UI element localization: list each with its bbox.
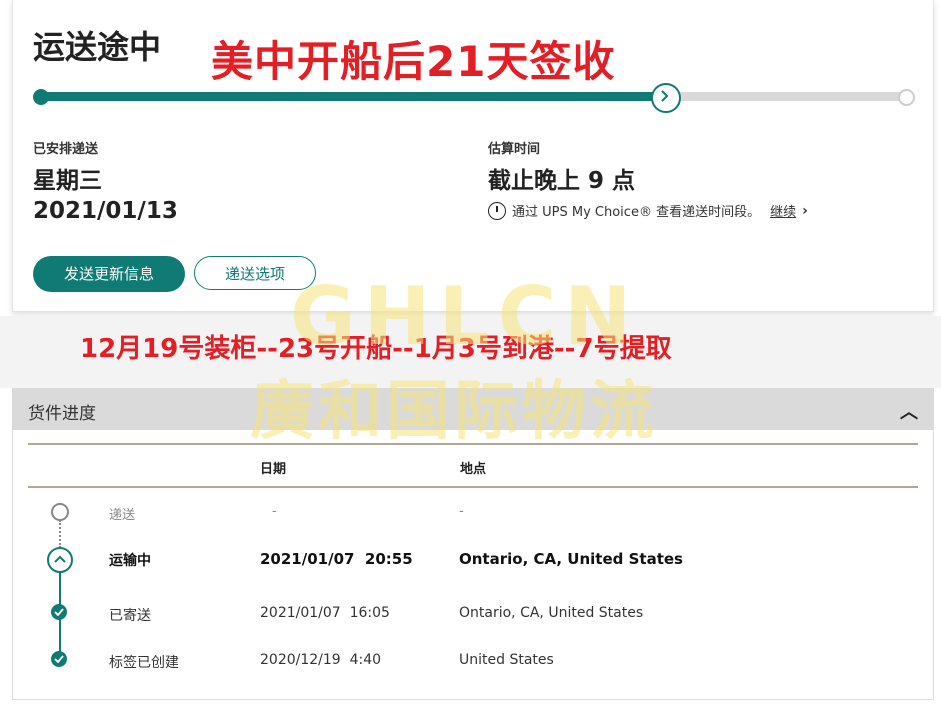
table-header-rule <box>28 486 918 488</box>
progress-current-marker <box>651 83 681 113</box>
delivery-options-button[interactable]: 递送选项 <box>194 256 316 290</box>
clock-icon <box>488 201 506 220</box>
row-date: - <box>272 504 277 519</box>
status-title: 运送途中 <box>33 28 162 66</box>
row-date: 2020/12/19 4:40 <box>260 652 382 668</box>
scheduled-delivery-label: 已安排递送 <box>33 142 99 157</box>
column-header-date: 日期 <box>260 462 287 477</box>
my-choice-line: 通过 UPS My Choice® 查看递送时间段。 继续 › <box>488 201 808 220</box>
timeline-done-dot <box>51 651 67 667</box>
chevron-right-icon <box>661 90 669 102</box>
progress-bar <box>41 92 907 101</box>
overlay-timeline-text: 12月19号装柜--23号开船--1月3号到港--7号提取 <box>80 334 672 364</box>
row-location: - <box>459 504 464 519</box>
progress-start-dot <box>33 89 49 105</box>
row-location: United States <box>459 652 554 668</box>
column-header-location: 地点 <box>460 462 487 477</box>
estimate-time-label: 估算时间 <box>488 142 541 157</box>
row-location: Ontario, CA, United States <box>459 605 644 621</box>
send-updates-button[interactable]: 发送更新信息 <box>33 256 185 292</box>
chevron-right-icon[interactable]: › <box>802 203 808 219</box>
row-status: 运输中 <box>109 553 151 569</box>
chevron-up-icon <box>54 555 66 563</box>
timeline-done-dot <box>51 604 67 620</box>
progress-end-dot <box>898 89 915 106</box>
shipment-status-card: 运送途中 美中开船后21天签收 已安排递送 星期三 2021/01/13 估算时… <box>12 0 934 312</box>
check-icon <box>54 608 64 616</box>
timeline-dotted-line <box>59 520 63 548</box>
check-icon <box>54 655 64 663</box>
estimate-time-value: 截止晚上 9 点 <box>488 168 636 194</box>
row-location: Ontario, CA, United States <box>459 550 683 568</box>
timeline-current-dot <box>47 547 73 573</box>
section-title: 货件进度 <box>28 404 96 424</box>
chevron-up-icon[interactable]: ︿ <box>900 398 918 424</box>
delivery-date: 2021/01/13 <box>33 198 178 224</box>
row-date: 2021/01/07 16:05 <box>260 605 390 621</box>
progress-fill <box>41 92 665 101</box>
row-status: 已寄送 <box>109 608 151 624</box>
overlay-headline: 美中开船后21天签收 <box>211 37 616 86</box>
delivery-day: 星期三 <box>33 168 102 194</box>
table-top-rule <box>28 443 918 445</box>
shipment-progress-header[interactable]: 货件进度 ︿ <box>12 388 934 430</box>
row-status: 递送 <box>109 508 136 523</box>
continue-link[interactable]: 继续 <box>770 201 796 220</box>
row-date: 2021/01/07 20:55 <box>260 550 413 568</box>
my-choice-text: 通过 UPS My Choice® 查看递送时间段。 <box>512 205 761 220</box>
row-status: 标签已创建 <box>109 655 179 671</box>
timeline-pending-dot <box>51 503 69 521</box>
